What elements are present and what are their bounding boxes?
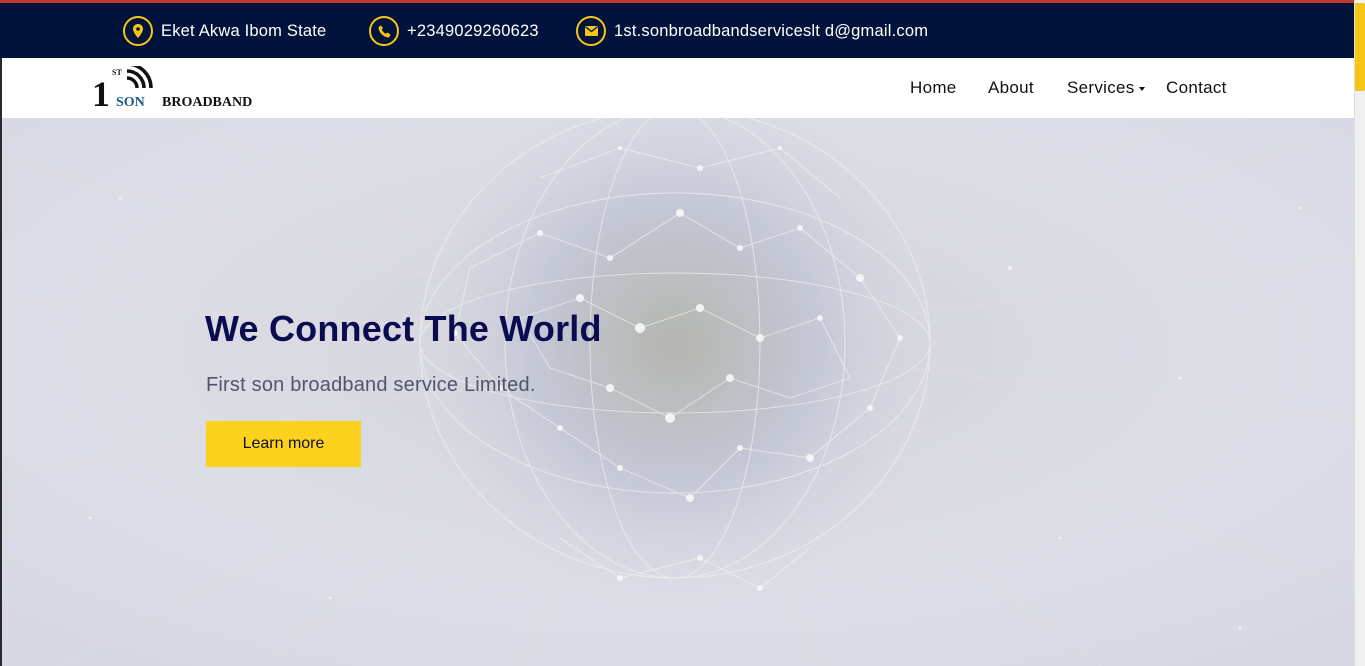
page: Eket Akwa Ibom State +2349029260623 1st.… <box>0 0 1365 666</box>
page-scrollbar-track[interactable] <box>1354 0 1365 666</box>
location-pin-icon <box>123 16 153 46</box>
top-contact-bar: Eket Akwa Ibom State +2349029260623 1st.… <box>0 0 1354 58</box>
contact-location: Eket Akwa Ibom State <box>123 14 326 48</box>
envelope-icon <box>576 16 606 46</box>
email-text[interactable]: 1st.sonbroadbandserviceslt d@gmail.com <box>614 22 928 41</box>
hero-title: We Connect The World <box>205 308 602 349</box>
contact-phone[interactable]: +2349029260623 <box>369 14 539 48</box>
nav-about[interactable]: About <box>988 78 1034 98</box>
nav-home[interactable]: Home <box>910 78 957 98</box>
main-navbar: 1 ST SON BROADBAND Home About Services C… <box>0 58 1354 118</box>
logo-superscript: ST <box>112 68 122 77</box>
logo-son: SON <box>116 95 145 110</box>
phone-text[interactable]: +2349029260623 <box>407 22 539 41</box>
brand-logo[interactable]: 1 ST SON BROADBAND <box>90 62 280 114</box>
page-scrollbar-thumb[interactable] <box>1355 3 1365 91</box>
phone-icon <box>369 16 399 46</box>
hero-subtitle: First son broadband service Limited. <box>206 374 536 396</box>
signal-waves-icon <box>126 62 153 89</box>
nav-services-label: Services <box>1067 78 1135 97</box>
logo-number: 1 <box>92 74 110 112</box>
contact-email[interactable]: 1st.sonbroadbandserviceslt d@gmail.com <box>576 14 928 48</box>
hero-overlay <box>0 118 1354 666</box>
logo-name: BROADBAND <box>162 95 252 110</box>
hero-section: We Connect The World First son broadband… <box>0 118 1354 666</box>
window-left-edge <box>0 58 2 666</box>
nav-contact[interactable]: Contact <box>1166 78 1227 98</box>
learn-more-button[interactable]: Learn more <box>206 421 361 467</box>
nav-services[interactable]: Services <box>1067 78 1145 98</box>
location-text: Eket Akwa Ibom State <box>161 21 327 40</box>
caret-down-icon <box>1138 86 1145 91</box>
